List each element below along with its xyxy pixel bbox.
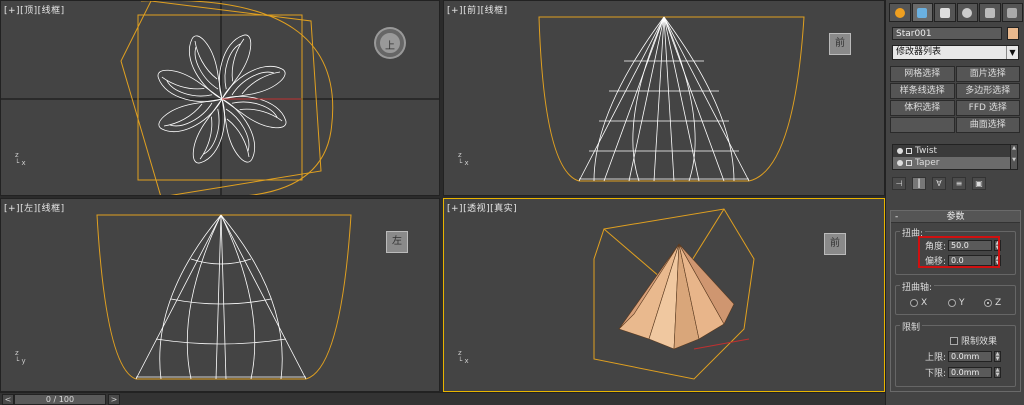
spline-select-button[interactable]: 样条线选择 [890, 83, 955, 99]
left-view-canvas [96, 214, 352, 380]
stack-item-taper[interactable]: Taper [893, 157, 1017, 169]
object-color-swatch[interactable] [1007, 27, 1019, 40]
top-view-canvas [1, 1, 439, 195]
next-frame-button[interactable]: > [108, 394, 120, 405]
hammer-icon [1007, 7, 1018, 18]
ffd-select-button[interactable]: FFD 选择 [955, 100, 1020, 116]
modifier-buttons-grid: 网格选择 面片选择 样条线选择 多边形选择 体积选择 FFD 选择 曲面选择 [890, 66, 1020, 133]
upper-limit-field: 上限: 0.0mm ▲ ▼ [920, 350, 1001, 363]
stack-item-label: Taper [915, 158, 940, 168]
show-end-result-icon[interactable]: ┃ [912, 176, 926, 190]
radio-label: X [921, 298, 928, 308]
rollout-title: 参数 [946, 212, 965, 222]
field-label: 上限: [924, 353, 946, 363]
time-slider[interactable]: 0 / 100 [14, 394, 106, 405]
radio-label: Y [959, 298, 965, 308]
modifier-list-dropdown[interactable]: 修改器列表 ▼ [892, 45, 1019, 60]
stack-tools: ⊣ ┃ ∀ ≡ ▣ [892, 176, 1020, 190]
patch-select-button[interactable]: 面片选择 [955, 66, 1020, 82]
twist-group: 扭曲: 角度: 50.0 ▲ ▼ 偏移: 0.0 ▲ ▼ [895, 226, 1016, 275]
modify-icon [917, 7, 928, 18]
viewport-perspective[interactable]: [+][透视][真实] 前 z └ x [443, 198, 885, 392]
group-title: 限制 [900, 320, 923, 333]
checkbox-label: 限制效果 [961, 337, 998, 347]
volume-select-button[interactable]: 体积选择 [890, 100, 955, 116]
collapse-icon: - [895, 212, 899, 222]
upper-limit-input[interactable]: 0.0mm [948, 351, 992, 362]
viewcube-icon[interactable]: 左 [386, 231, 408, 253]
radio-label: Z [995, 298, 1002, 308]
modifier-list-label: 修改器列表 [896, 47, 942, 57]
limit-effect-checkbox[interactable]: 限制效果 [950, 334, 997, 347]
hierarchy-icon [939, 7, 950, 18]
highlight-box [918, 236, 1000, 268]
configure-sets-icon[interactable]: ▣ [972, 176, 986, 190]
empty-button[interactable] [890, 117, 955, 133]
axis-tripod-icon: z └ x [458, 349, 469, 365]
stack-item-twist[interactable]: Twist [893, 145, 1017, 157]
expand-icon[interactable] [906, 160, 912, 166]
limits-group: 限制 限制效果 上限: 0.0mm ▲ ▼ 下限: 0.0mm ▲ ▼ [895, 320, 1016, 387]
radio-icon [948, 299, 956, 307]
rollout-header[interactable]: - 参数 [891, 211, 1020, 223]
lightbulb-icon[interactable] [897, 160, 903, 166]
viewport-left[interactable]: [+][左][线框] 左 z └ y [0, 198, 440, 392]
axis-tripod-icon: z └ x [458, 151, 469, 167]
time-slider-bar: < 0 / 100 > [0, 392, 885, 405]
radio-icon [910, 299, 918, 307]
tab-display[interactable] [979, 3, 1001, 22]
viewport-label[interactable]: [+][左][线框] [4, 201, 65, 214]
make-unique-icon[interactable]: ∀ [932, 176, 946, 190]
sun-icon [894, 7, 905, 18]
command-panel: Star001 修改器列表 ▼ 网格选择 面片选择 样条线选择 多边形选择 体积… [885, 0, 1024, 405]
expand-icon[interactable] [906, 148, 912, 154]
tab-hierarchy[interactable] [934, 3, 956, 22]
front-view-canvas [538, 16, 805, 182]
display-icon [984, 7, 995, 18]
chevron-down-icon: ▼ [1006, 46, 1018, 59]
viewport-label[interactable]: [+][前][线框] [447, 3, 508, 16]
app-root: [+][顶][线框] 上 z └ x [+][前][线框] 前 z └ x [+… [0, 0, 1024, 405]
viewport-top[interactable]: [+][顶][线框] 上 z └ x [0, 0, 440, 196]
spinner-icon[interactable]: ▲ ▼ [994, 351, 1001, 362]
viewport-label[interactable]: [+][顶][线框] [4, 3, 65, 16]
remove-modifier-icon[interactable]: ≡ [952, 176, 966, 190]
axis-tripod-icon: z └ y [15, 349, 26, 365]
field-label: 下限: [924, 369, 946, 379]
stack-item-label: Twist [915, 146, 938, 156]
viewcube-icon[interactable]: 上 [376, 29, 404, 57]
axis-x-radio[interactable]: X [910, 298, 927, 308]
twist-axis-group: 扭曲轴: X Y Z [895, 280, 1016, 315]
tab-utilities[interactable] [1001, 3, 1023, 22]
tab-modify[interactable] [911, 3, 933, 22]
motion-icon [962, 7, 973, 18]
viewcube-icon[interactable]: 前 [824, 233, 846, 255]
axis-z-radio[interactable]: Z [984, 298, 1001, 308]
lower-limit-field: 下限: 0.0mm ▲ ▼ [920, 366, 1001, 379]
perspective-view-canvas [593, 208, 755, 380]
axis-y-radio[interactable]: Y [948, 298, 965, 308]
viewport-label[interactable]: [+][透视][真实] [447, 201, 517, 214]
group-title: 扭曲轴: [900, 280, 935, 293]
checkbox-icon [950, 336, 958, 345]
viewcube-icon[interactable]: 前 [829, 33, 851, 55]
modifier-stack: Twist Taper ▲ ▼ [892, 144, 1018, 170]
object-name-field[interactable]: Star001 [892, 27, 1002, 40]
stack-scrollbar[interactable]: ▲ ▼ [1010, 145, 1017, 169]
pin-stack-icon[interactable]: ⊣ [892, 176, 906, 190]
parameters-rollout: - 参数 扭曲: 角度: 50.0 ▲ ▼ 偏移: 0.0 ▲ ▼ 扭曲轴: X… [890, 210, 1021, 392]
prev-frame-button[interactable]: < [2, 394, 14, 405]
tab-create[interactable] [889, 3, 911, 22]
surface-select-button[interactable]: 曲面选择 [955, 117, 1020, 133]
mesh-select-button[interactable]: 网格选择 [890, 66, 955, 82]
lower-limit-input[interactable]: 0.0mm [948, 367, 992, 378]
tab-motion[interactable] [956, 3, 978, 22]
command-panel-tabs [889, 3, 1023, 22]
viewport-front[interactable]: [+][前][线框] 前 z └ x [443, 0, 885, 196]
axis-tripod-icon: z └ x [15, 151, 26, 167]
radio-selected-icon [984, 299, 992, 307]
lightbulb-icon[interactable] [897, 148, 903, 154]
spinner-icon[interactable]: ▲ ▼ [994, 367, 1001, 378]
poly-select-button[interactable]: 多边形选择 [955, 83, 1020, 99]
